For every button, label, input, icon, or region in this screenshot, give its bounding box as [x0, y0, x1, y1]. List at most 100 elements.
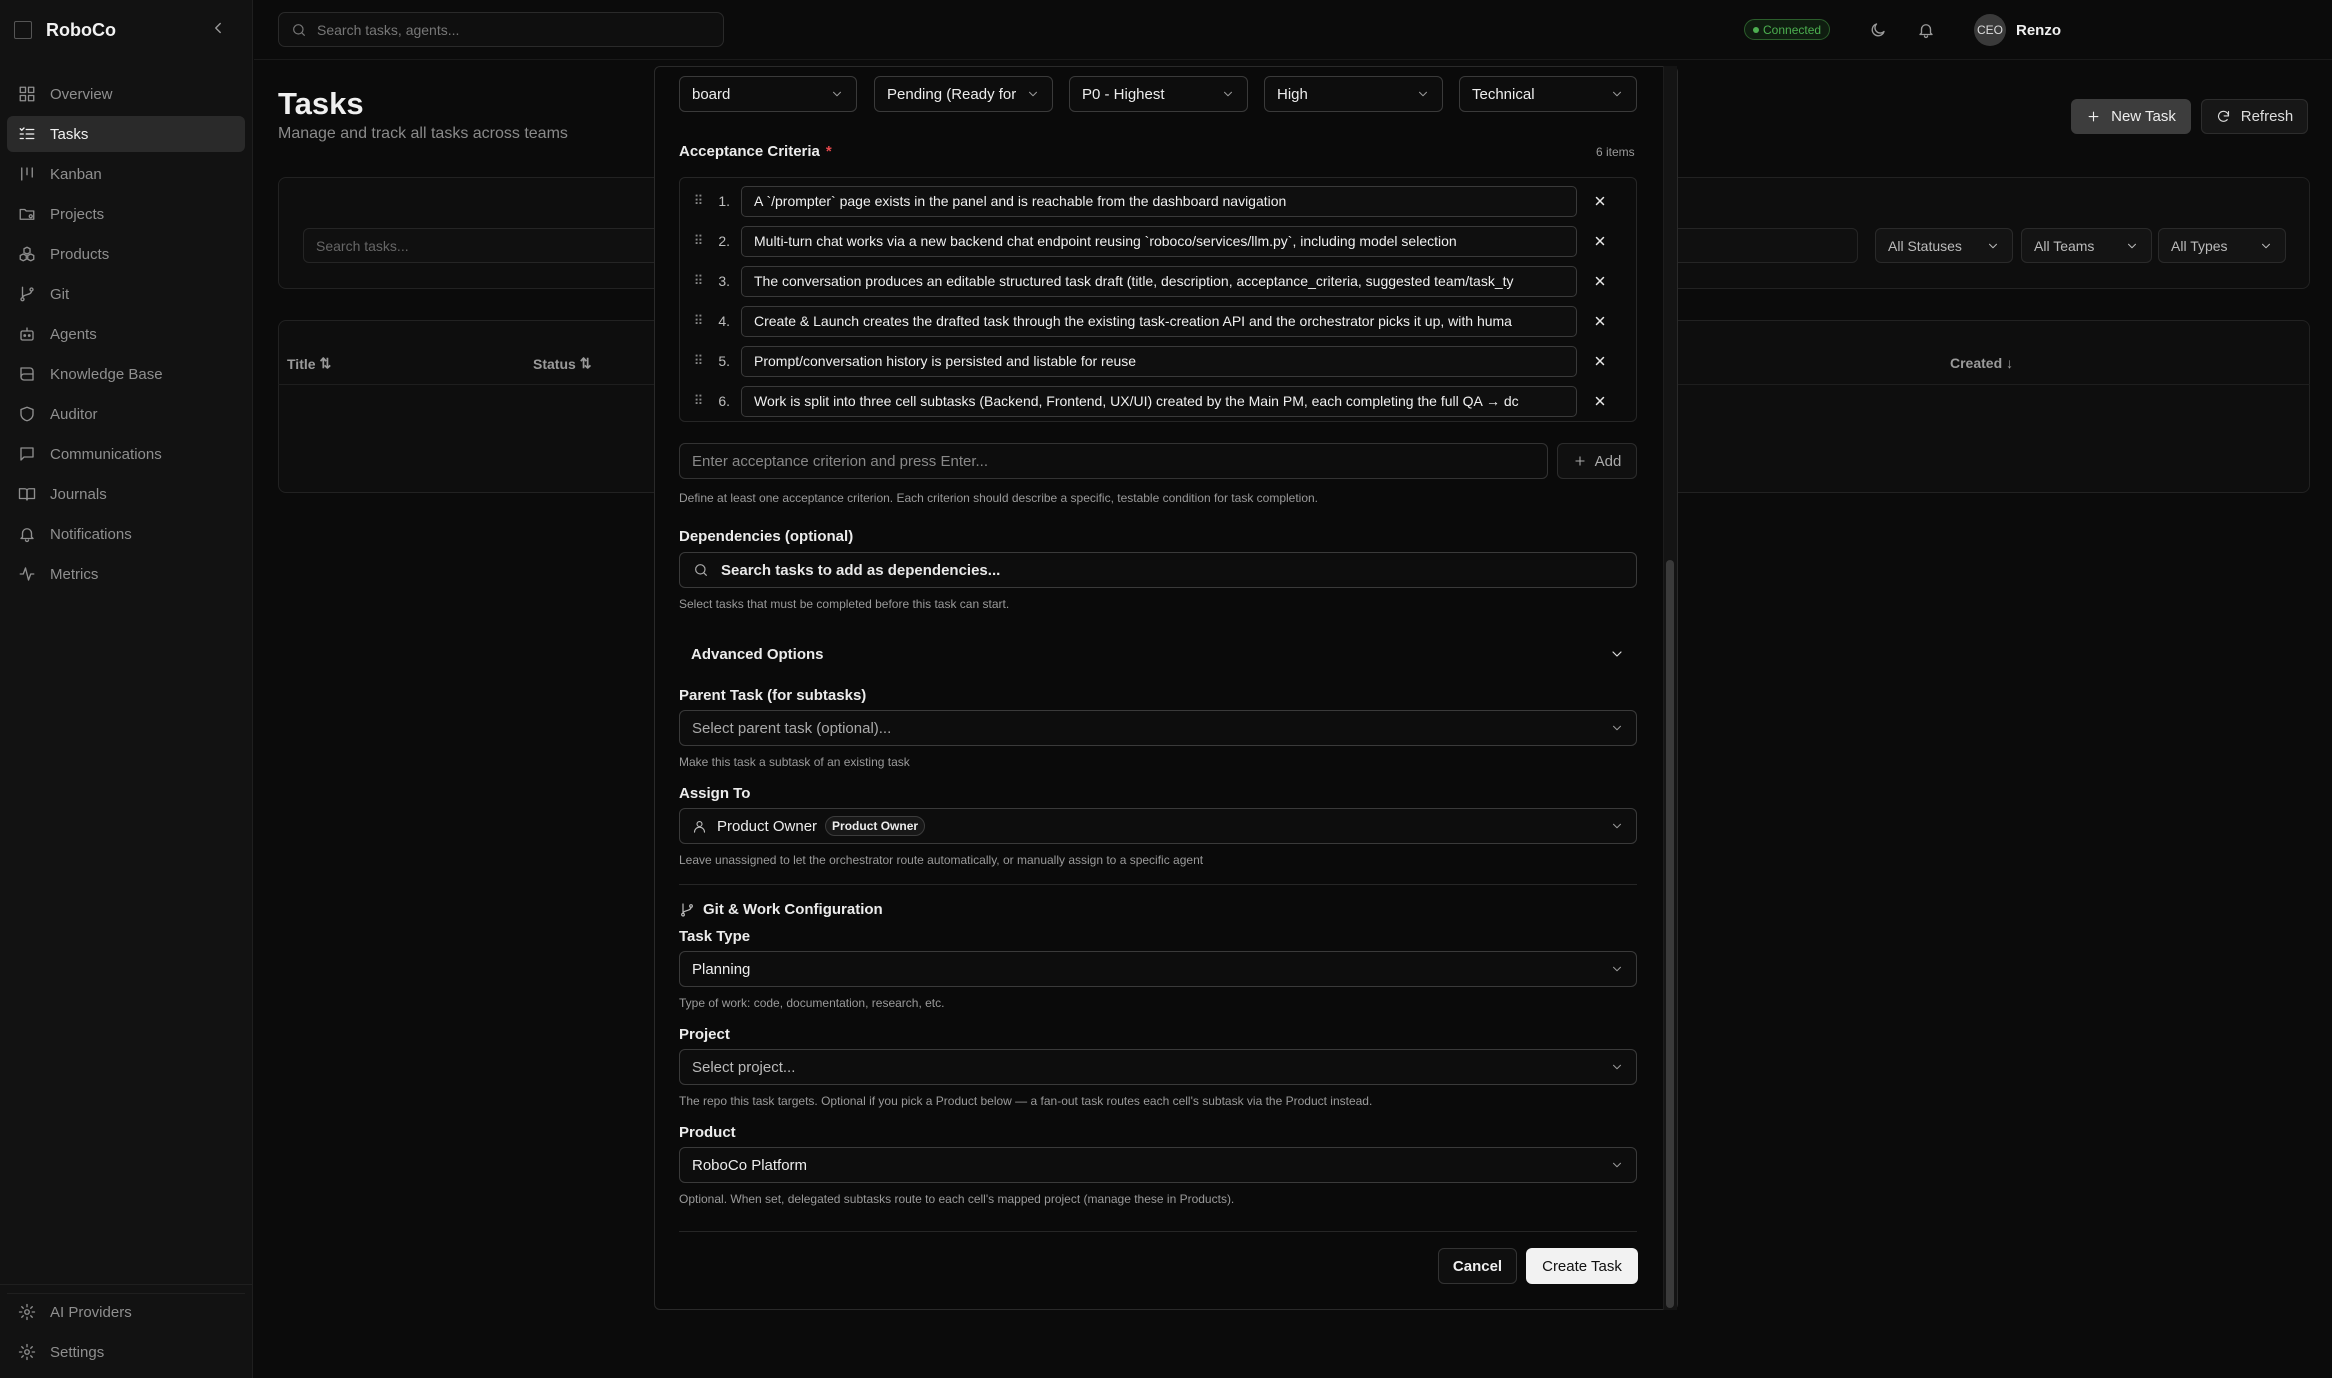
- criterion-input[interactable]: Work is split into three cell subtasks (…: [741, 385, 1577, 417]
- sidebar-item-git[interactable]: Git: [7, 276, 245, 312]
- status-filter[interactable]: All Statuses: [1875, 228, 2013, 263]
- bell-icon: [1919, 24, 1933, 39]
- remove-criterion-button[interactable]: [1591, 234, 1609, 248]
- sidebar-item-settings[interactable]: Settings: [7, 1334, 245, 1370]
- assign-to-label: Assign To: [679, 785, 751, 802]
- criterion-input[interactable]: Prompt/conversation history is persisted…: [741, 345, 1577, 377]
- book-open-icon: [18, 488, 36, 501]
- criteria-help-text: Define at least one acceptance criterion…: [679, 491, 1319, 505]
- sidebar-item-label: Tasks: [50, 125, 89, 143]
- dependencies-search-input[interactable]: Search tasks to add as dependencies...: [679, 552, 1637, 588]
- new-task-button[interactable]: New Task: [2071, 99, 2191, 134]
- parent-task-placeholder: Select parent task (optional)...: [692, 719, 892, 737]
- type-filter[interactable]: All Types: [2158, 228, 2286, 263]
- criterion-input[interactable]: The conversation produces an editable st…: [741, 265, 1577, 297]
- sidebar-item-agents[interactable]: Agents: [7, 316, 245, 352]
- sidebar-item-label: Products: [50, 245, 110, 263]
- dialog-scrollbar-thumb[interactable]: [1666, 560, 1674, 1308]
- add-criterion-button[interactable]: Add: [1557, 443, 1637, 479]
- user-name: Renzo: [2016, 21, 2061, 39]
- global-search-input[interactable]: Search tasks, agents...: [278, 12, 724, 47]
- git-work-section-label: Git & Work Configuration: [703, 901, 883, 918]
- parent-task-label: Parent Task (for subtasks): [679, 687, 867, 704]
- column-header-status[interactable]: Status ⇅: [533, 355, 592, 372]
- sidebar-item-notifications[interactable]: Notifications: [7, 516, 245, 552]
- create-task-button[interactable]: Create Task: [1526, 1248, 1638, 1284]
- drag-handle-icon[interactable]: ⠿: [690, 353, 706, 369]
- criterion-input[interactable]: Create & Launch creates the drafted task…: [741, 305, 1577, 337]
- product-select[interactable]: RoboCo Platform: [679, 1147, 1637, 1183]
- project-select[interactable]: Select project...: [679, 1049, 1637, 1085]
- priority-select-value: P0 - Highest: [1082, 85, 1165, 103]
- sidebar-item-knowledge-base[interactable]: Knowledge Base: [7, 356, 245, 392]
- collapse-sidebar-button[interactable]: [209, 19, 227, 37]
- chevron-down-icon: [1028, 91, 1038, 97]
- drag-handle-icon[interactable]: ⠿: [690, 193, 706, 209]
- search-icon: [293, 23, 305, 36]
- sidebar-item-label: Settings: [50, 1343, 105, 1361]
- remove-criterion-button[interactable]: [1591, 314, 1609, 328]
- remove-criterion-button[interactable]: [1591, 354, 1609, 368]
- task-type-select[interactable]: Planning: [679, 951, 1637, 987]
- logo-icon: [14, 21, 32, 39]
- sidebar-item-projects[interactable]: Projects: [7, 196, 245, 232]
- chevron-down-icon: [1612, 725, 1622, 731]
- sidebar-item-tasks[interactable]: Tasks: [7, 116, 245, 152]
- column-title-label: Title: [287, 355, 316, 372]
- chevron-down-icon: [1612, 966, 1622, 972]
- list-item: ⠿ 6. Work is split into three cell subta…: [690, 385, 1630, 417]
- drag-handle-icon[interactable]: ⠿: [690, 313, 706, 329]
- team-filter[interactable]: All Teams: [2021, 228, 2152, 263]
- chevron-down-icon: [1612, 91, 1622, 97]
- column-header-title[interactable]: Title ⇅: [287, 355, 331, 372]
- plus-icon: [2088, 111, 2099, 122]
- drag-handle-icon[interactable]: ⠿: [690, 273, 706, 289]
- global-search-placeholder: Search tasks, agents...: [317, 21, 460, 38]
- sidebar-item-journals[interactable]: Journals: [7, 476, 245, 512]
- column-header-created[interactable]: Created ↓: [1950, 355, 2013, 371]
- close-icon: [1595, 276, 1605, 286]
- brand[interactable]: RoboCo: [14, 14, 116, 46]
- chevron-down-icon: [1988, 243, 1998, 248]
- refresh-button[interactable]: Refresh: [2201, 99, 2308, 134]
- status-select[interactable]: Pending (Ready for: [874, 76, 1053, 112]
- parent-task-help-text: Make this task a subtask of an existing …: [679, 755, 910, 769]
- cancel-button[interactable]: Cancel: [1438, 1248, 1517, 1284]
- sidebar-item-overview[interactable]: Overview: [7, 76, 245, 112]
- remove-criterion-button[interactable]: [1591, 274, 1609, 288]
- app-name: RoboCo: [46, 19, 116, 40]
- sidebar-item-products[interactable]: Products: [7, 236, 245, 272]
- grid-icon: [19, 86, 35, 102]
- drag-handle-icon[interactable]: ⠿: [690, 233, 706, 249]
- remove-criterion-button[interactable]: [1591, 194, 1609, 208]
- advanced-options-toggle[interactable]: Advanced Options: [679, 640, 1637, 668]
- theme-toggle-button[interactable]: [1869, 21, 1887, 39]
- acceptance-criteria-label-text: Acceptance Criteria: [679, 143, 820, 160]
- criterion-number: 4.: [718, 313, 730, 329]
- category-select[interactable]: Technical: [1459, 76, 1637, 112]
- drag-handle-icon[interactable]: ⠿: [690, 393, 706, 409]
- sidebar-item-ai-providers[interactable]: AI Providers: [7, 1294, 245, 1330]
- connection-status-label: Connected: [1763, 22, 1822, 37]
- criterion-input[interactable]: A `/prompter` page exists in the panel a…: [741, 185, 1577, 217]
- notifications-button[interactable]: [1917, 21, 1935, 39]
- criterion-number: 3.: [718, 273, 730, 289]
- sidebar-item-metrics[interactable]: Metrics: [7, 556, 245, 592]
- git-branch-icon: [681, 902, 693, 917]
- parent-task-select[interactable]: Select parent task (optional)...: [679, 710, 1637, 746]
- criterion-input[interactable]: Multi-turn chat works via a new backend …: [741, 225, 1577, 257]
- close-icon: [1595, 396, 1605, 406]
- board-select[interactable]: board: [679, 76, 857, 112]
- sidebar-item-auditor[interactable]: Auditor: [7, 396, 245, 432]
- close-icon: [1595, 356, 1605, 366]
- priority-select[interactable]: P0 - Highest: [1069, 76, 1248, 112]
- new-criterion-input[interactable]: Enter acceptance criterion and press Ent…: [679, 443, 1548, 479]
- complexity-select[interactable]: High: [1264, 76, 1443, 112]
- assign-to-select[interactable]: Product Owner Product Owner: [679, 808, 1637, 844]
- dependencies-placeholder: Search tasks to add as dependencies...: [721, 561, 1001, 579]
- sidebar-item-kanban[interactable]: Kanban: [7, 156, 245, 192]
- sidebar-item-communications[interactable]: Communications: [7, 436, 245, 472]
- moon-icon: [1871, 23, 1885, 37]
- user-menu[interactable]: CEO Renzo: [1974, 14, 2061, 46]
- remove-criterion-button[interactable]: [1591, 394, 1609, 408]
